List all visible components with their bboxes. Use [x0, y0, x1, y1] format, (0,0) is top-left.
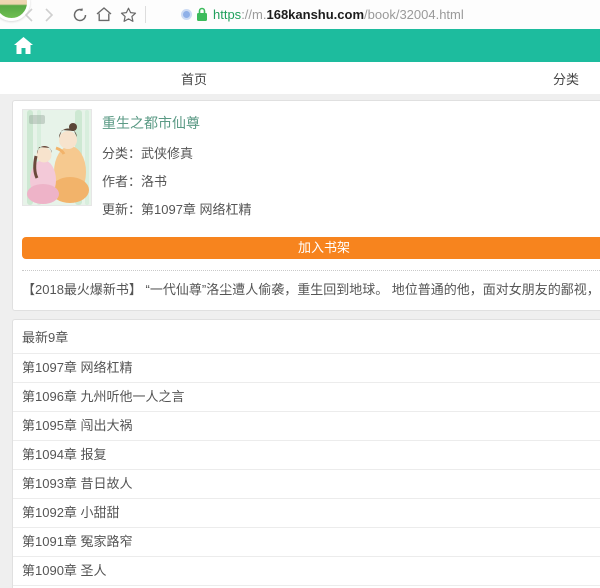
site-info-icon[interactable] [181, 9, 192, 20]
book-description: 【2018最火爆新书】 “一代仙尊”洛尘遭人偷袭，重生回到地球。 地位普通的他，… [22, 271, 600, 298]
add-to-shelf-button[interactable]: 加入书架 [22, 237, 600, 259]
nav-bar: 首页 分类 [0, 62, 600, 94]
back-icon[interactable] [24, 0, 33, 29]
latest-chapters-header: 最新9章 [13, 320, 600, 353]
nav-item-home[interactable]: 首页 [181, 62, 207, 94]
https-lock-icon[interactable] [196, 0, 208, 29]
book-info-card: 重生之都市仙尊 分类：武侠修真 作者：洛书 更新：第1097章 网络杠精 加入书… [12, 100, 600, 311]
url-separator: :// [241, 7, 252, 22]
browser-home-icon[interactable] [96, 0, 112, 29]
nav-item-category[interactable]: 分类 [553, 62, 579, 94]
url-path: /book/32004.html [364, 7, 464, 22]
address-bar[interactable]: https://m.168kanshu.com/book/32004.html [213, 0, 464, 29]
chapter-link[interactable]: 第1097章 网络杠精 [13, 353, 600, 382]
book-update-line: 更新：第1097章 网络杠精 [102, 199, 252, 218]
category-value: 武侠修真 [141, 146, 193, 161]
book-cover-image[interactable] [22, 109, 92, 206]
url-domain: 168kanshu.com [266, 7, 364, 22]
url-scheme: https [213, 7, 241, 22]
refresh-icon[interactable] [72, 0, 88, 29]
browser-toolbar: https://m.168kanshu.com/book/32004.html [0, 0, 600, 29]
book-title: 重生之都市仙尊 [102, 113, 252, 133]
chapter-link[interactable]: 第1091章 冤家路窄 [13, 527, 600, 556]
latest-chapters-card: 最新9章 第1097章 网络杠精 第1096章 九州听他一人之言 第1095章 … [12, 319, 600, 588]
book-author-line: 作者：洛书 [102, 171, 252, 190]
url-subdomain: m. [252, 7, 266, 22]
chapter-link[interactable]: 第1095章 闯出大祸 [13, 411, 600, 440]
category-label: 分类： [102, 146, 141, 161]
forward-icon[interactable] [45, 0, 54, 29]
update-value[interactable]: 第1097章 网络杠精 [141, 202, 252, 217]
author-value: 洛书 [141, 174, 167, 189]
page-body: 重生之都市仙尊 分类：武侠修真 作者：洛书 更新：第1097章 网络杠精 加入书… [0, 94, 600, 588]
home-icon[interactable] [14, 37, 33, 54]
bookmark-star-icon[interactable] [120, 0, 137, 29]
toolbar-divider [145, 6, 146, 23]
chapter-link[interactable]: 第1096章 九州听他一人之言 [13, 382, 600, 411]
chapter-link[interactable]: 第1093章 昔日故人 [13, 469, 600, 498]
update-label: 更新： [102, 202, 141, 217]
chapter-link[interactable]: 第1090章 圣人 [13, 556, 600, 585]
author-label: 作者： [102, 174, 141, 189]
chapter-link[interactable]: 第1094章 报复 [13, 440, 600, 469]
chapter-link[interactable]: 第1092章 小甜甜 [13, 498, 600, 527]
book-category-line: 分类：武侠修真 [102, 143, 252, 162]
site-header [0, 29, 600, 62]
